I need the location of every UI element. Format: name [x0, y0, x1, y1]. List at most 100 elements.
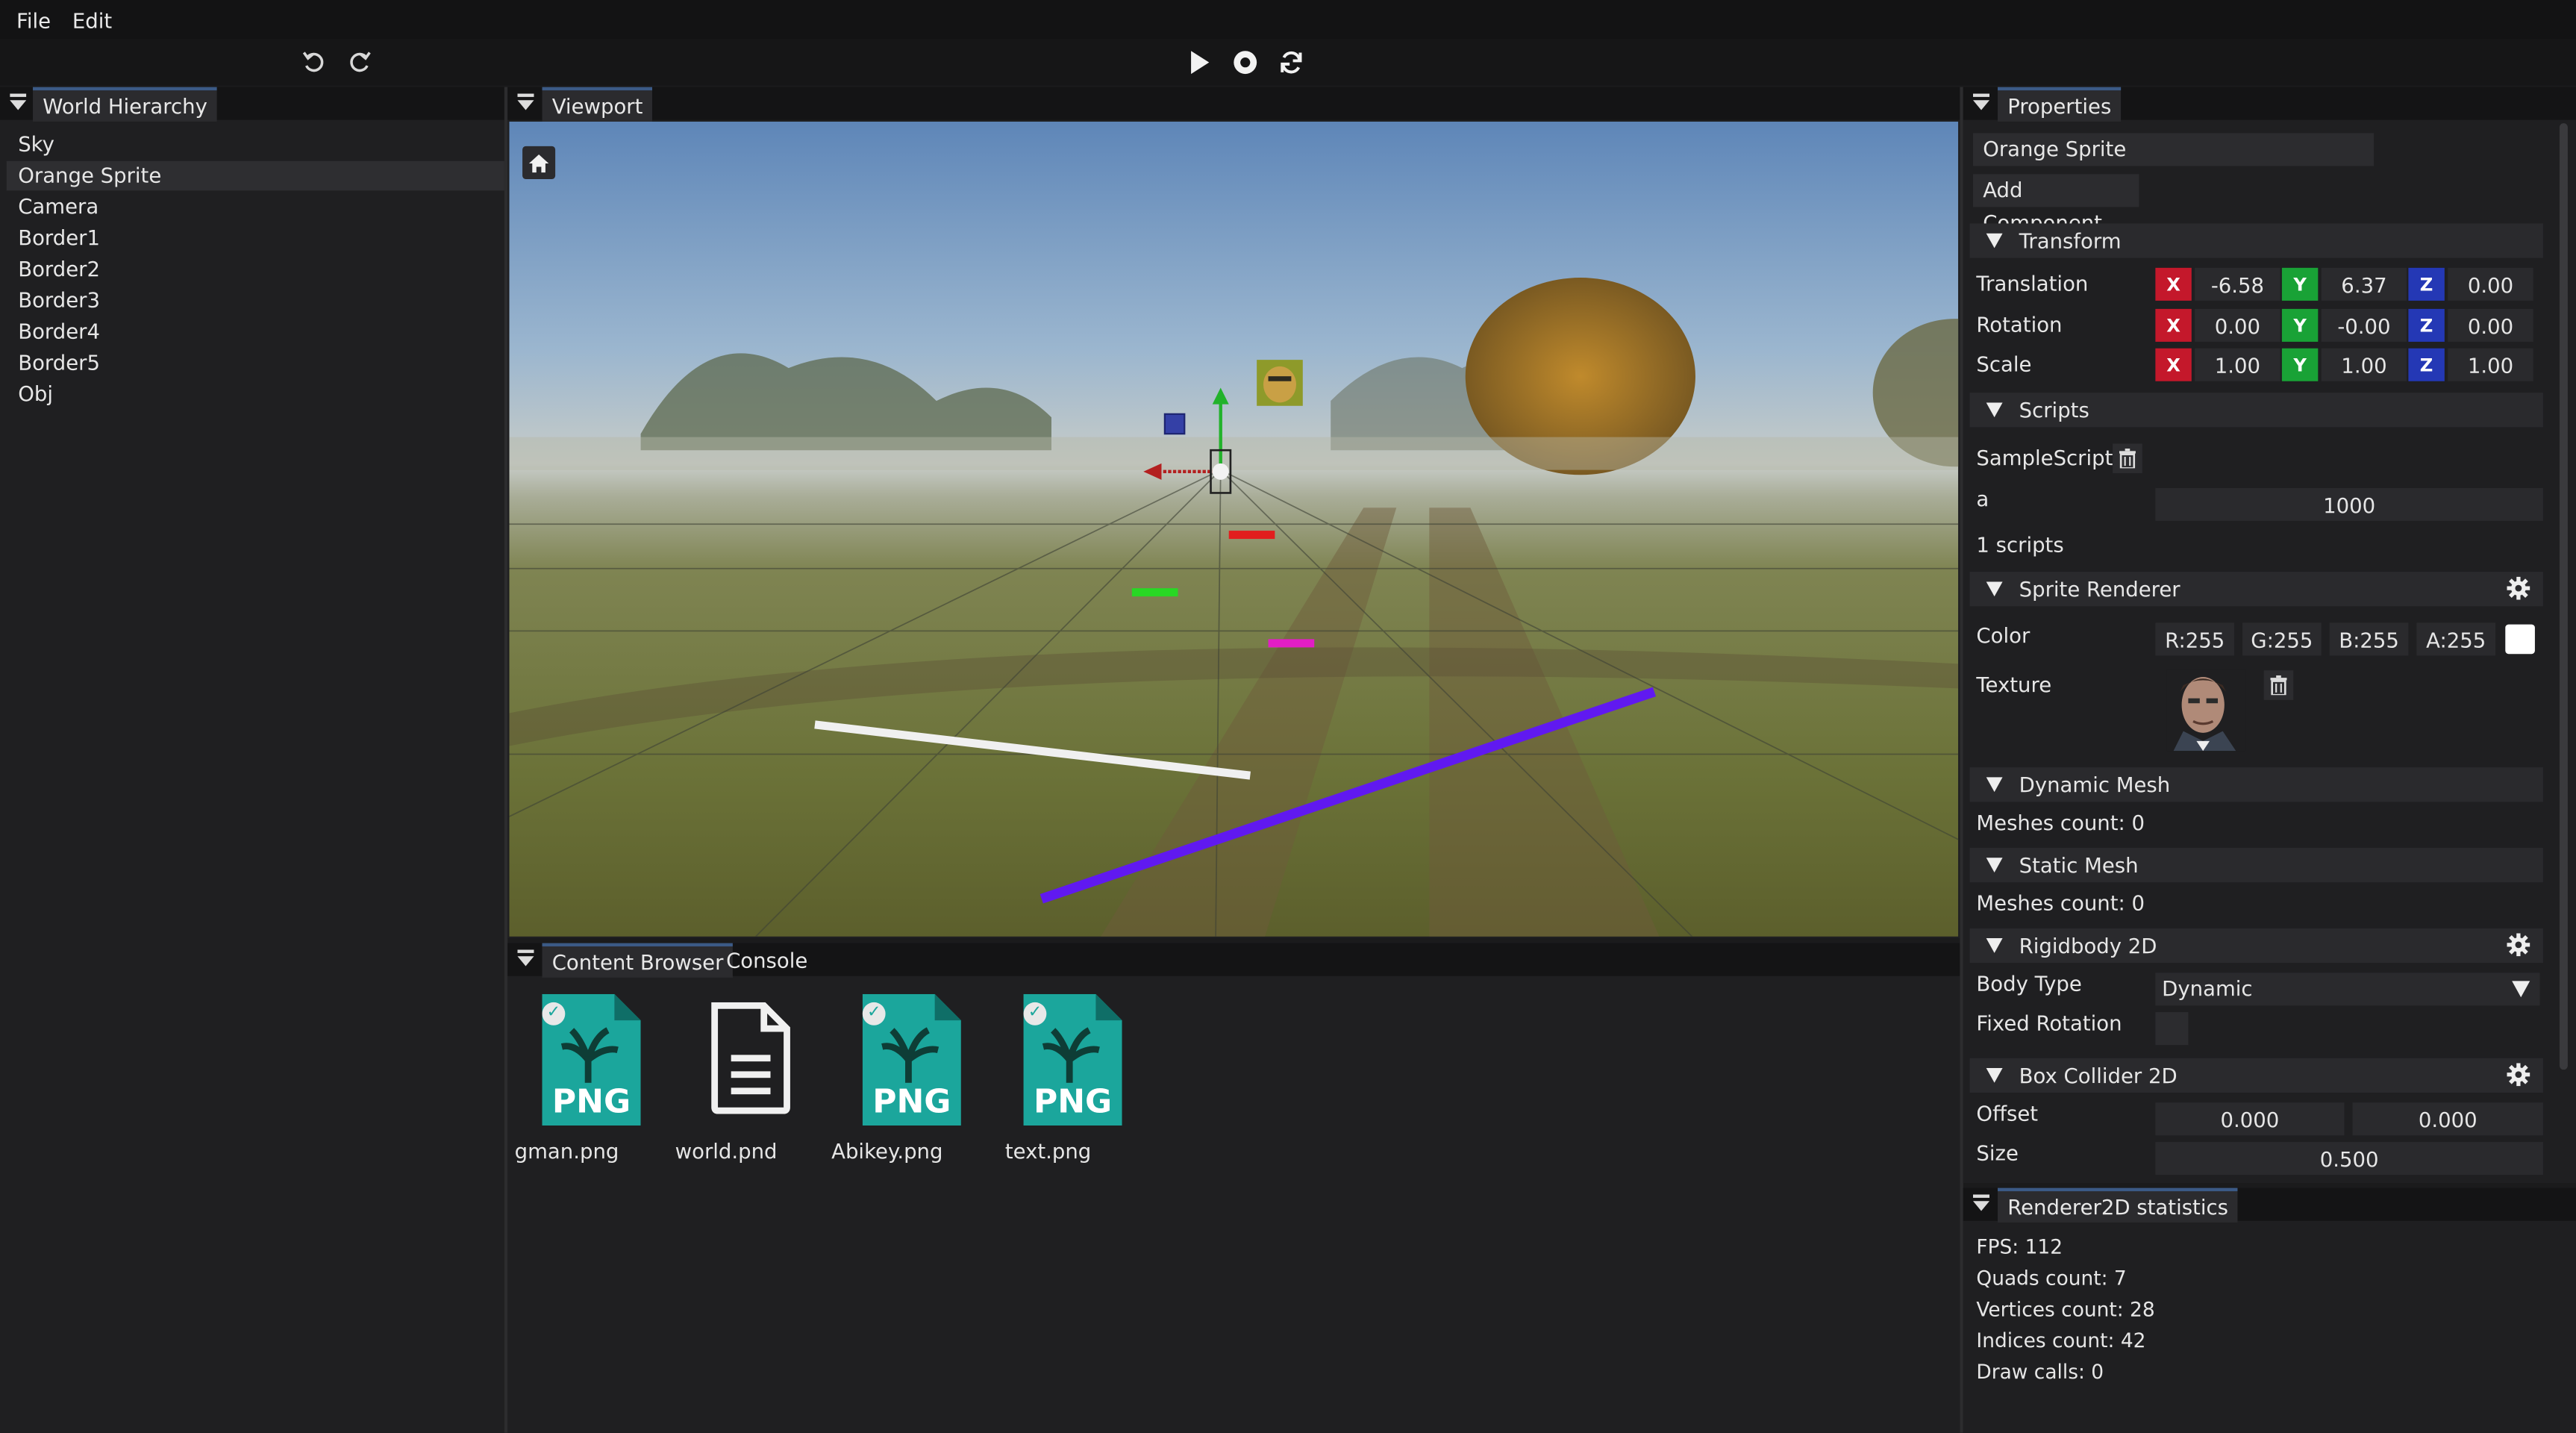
collapse-icon[interactable]: [517, 949, 534, 967]
axis-y-button[interactable]: Y: [2281, 308, 2319, 342]
chevron-down-icon: [1986, 777, 2003, 793]
tab-world-hierarchy[interactable]: World Hierarchy: [33, 87, 218, 122]
hierarchy-item[interactable]: Sky: [7, 130, 504, 160]
collapse-icon[interactable]: [1973, 1194, 1990, 1212]
fixed-rotation-checkbox[interactable]: [2155, 1012, 2189, 1046]
hierarchy-item[interactable]: Obj: [7, 380, 504, 410]
tab-viewport[interactable]: Viewport: [542, 87, 653, 122]
axis-x-button[interactable]: X: [2155, 267, 2192, 301]
menu-file[interactable]: File: [16, 8, 51, 33]
axis-z-button[interactable]: Z: [2408, 348, 2445, 381]
menu-edit[interactable]: Edit: [72, 8, 112, 33]
static-mesh-count: Meshes count: 0: [1976, 890, 2145, 916]
color-r-field[interactable]: R:255: [2155, 622, 2235, 656]
axis-x-button[interactable]: X: [2155, 348, 2192, 381]
collapse-icon[interactable]: [517, 93, 534, 111]
viewport-canvas[interactable]: [509, 121, 1959, 937]
redo-icon[interactable]: [342, 44, 378, 80]
hierarchy-tabbar: World Hierarchy: [0, 87, 504, 122]
gear-icon[interactable]: [2507, 933, 2530, 957]
draw-calls-stat: Draw calls: 0: [1976, 1360, 2104, 1384]
gear-icon[interactable]: [2507, 1063, 2530, 1087]
color-swatch[interactable]: [2505, 624, 2535, 655]
transform-x-field[interactable]: -6.58: [2195, 267, 2280, 301]
offset-y-field[interactable]: 0.000: [2352, 1102, 2543, 1136]
add-component-button[interactable]: Add Component: [1973, 174, 2139, 235]
fps-stat: FPS: 112: [1976, 1235, 2063, 1259]
file-name: Abikey.png: [831, 1138, 943, 1164]
transform-y-field[interactable]: -0.00: [2321, 308, 2407, 342]
properties-scrollbar[interactable]: [2559, 123, 2568, 1070]
document-icon: [711, 1002, 790, 1114]
transform-x-field[interactable]: 1.00: [2195, 348, 2280, 381]
gear-icon[interactable]: [2507, 576, 2530, 600]
hierarchy-item[interactable]: Border2: [7, 255, 504, 284]
transform-y-field[interactable]: 1.00: [2321, 348, 2407, 381]
hierarchy-item[interactable]: Orange Sprite: [6, 160, 504, 191]
play-icon[interactable]: [1181, 44, 1217, 80]
axis-y-button[interactable]: Y: [2281, 348, 2319, 381]
box-collider-header[interactable]: Box Collider 2D: [1969, 1058, 2543, 1093]
refresh-icon[interactable]: [1273, 44, 1309, 80]
section-title: Static Mesh: [2019, 852, 2139, 878]
transform-header[interactable]: Transform: [1969, 223, 2543, 258]
indices-stat: Indices count: 42: [1976, 1329, 2146, 1352]
tab-console[interactable]: Console: [716, 945, 818, 976]
color-g-field[interactable]: G:255: [2242, 622, 2322, 656]
chevron-down-icon: [1986, 233, 2003, 249]
transform-z-field[interactable]: 0.00: [2448, 308, 2533, 342]
undo-icon[interactable]: [296, 44, 331, 80]
axis-x-button[interactable]: X: [2155, 308, 2192, 342]
static-mesh-header[interactable]: Static Mesh: [1969, 847, 2543, 883]
hierarchy-item[interactable]: Border1: [7, 223, 504, 253]
hierarchy-item[interactable]: Border5: [7, 349, 504, 378]
script-name: SampleScript: [1976, 445, 2113, 470]
chevron-down-icon: [1986, 938, 2003, 953]
transform-row-label: Translation: [1976, 271, 2089, 296]
renderer-stats-panel: Renderer2D statistics FPS: 112 Quads cou…: [1963, 1187, 2576, 1433]
png-label: PNG: [1034, 1082, 1112, 1120]
body-type-select[interactable]: Dynamic: [2155, 972, 2540, 1006]
hierarchy-item[interactable]: Border3: [7, 286, 504, 316]
rigidbody-header[interactable]: Rigidbody 2D: [1969, 928, 2543, 964]
tab-renderer-stats[interactable]: Renderer2D statistics: [1998, 1187, 2239, 1223]
world-hierarchy-panel: World Hierarchy Sky Orange Sprite Camera Bo…: [0, 87, 504, 1433]
chevron-down-icon: [2512, 981, 2530, 998]
hierarchy-item[interactable]: Camera: [7, 193, 504, 222]
axis-z-button[interactable]: Z: [2408, 267, 2445, 301]
script-field-a[interactable]: 1000: [2155, 487, 2543, 521]
transform-z-field[interactable]: 1.00: [2448, 348, 2533, 381]
offset-x-field[interactable]: 0.000: [2155, 1102, 2345, 1136]
chevron-down-icon: [1986, 581, 2003, 597]
axis-y-button[interactable]: Y: [2281, 267, 2319, 301]
trash-icon[interactable]: [2263, 670, 2294, 700]
tab-content-browser[interactable]: Content Browser: [542, 943, 734, 978]
offset-label: Offset: [1976, 1101, 2039, 1126]
scripts-count: 1 scripts: [1976, 532, 2064, 558]
transform-x-field[interactable]: 0.00: [2195, 308, 2280, 342]
collapse-icon[interactable]: [10, 93, 27, 111]
home-icon[interactable]: [522, 146, 556, 179]
tab-properties[interactable]: Properties: [1998, 87, 2122, 122]
record-icon[interactable]: [1228, 44, 1263, 80]
color-a-field[interactable]: A:255: [2416, 622, 2496, 656]
transform-z-field[interactable]: 0.00: [2448, 267, 2533, 301]
transform-row-label: Scale: [1976, 352, 2032, 377]
properties-panel: Properties Orange Sprite Add Component T…: [1963, 87, 2576, 1184]
sprite-renderer-header[interactable]: Sprite Renderer: [1969, 572, 2543, 607]
transform-y-field[interactable]: 6.37: [2321, 267, 2407, 301]
texture-thumbnail[interactable]: [2166, 669, 2246, 752]
hierarchy-item[interactable]: Border4: [7, 317, 504, 347]
trash-icon[interactable]: [2113, 443, 2142, 474]
entity-name-field[interactable]: Orange Sprite: [1973, 133, 2375, 166]
dynamic-mesh-header[interactable]: Dynamic Mesh: [1969, 767, 2543, 802]
scripts-header[interactable]: Scripts: [1969, 393, 2543, 428]
size-field[interactable]: 0.500: [2155, 1142, 2543, 1176]
section-title: Scripts: [2019, 397, 2089, 422]
check-icon: ✓: [1023, 1002, 1047, 1025]
body-type-label: Body Type: [1976, 971, 2082, 996]
color-b-field[interactable]: B:255: [2329, 622, 2409, 656]
size-label: Size: [1976, 1140, 2019, 1165]
axis-z-button[interactable]: Z: [2408, 308, 2445, 342]
collapse-icon[interactable]: [1973, 93, 1990, 111]
